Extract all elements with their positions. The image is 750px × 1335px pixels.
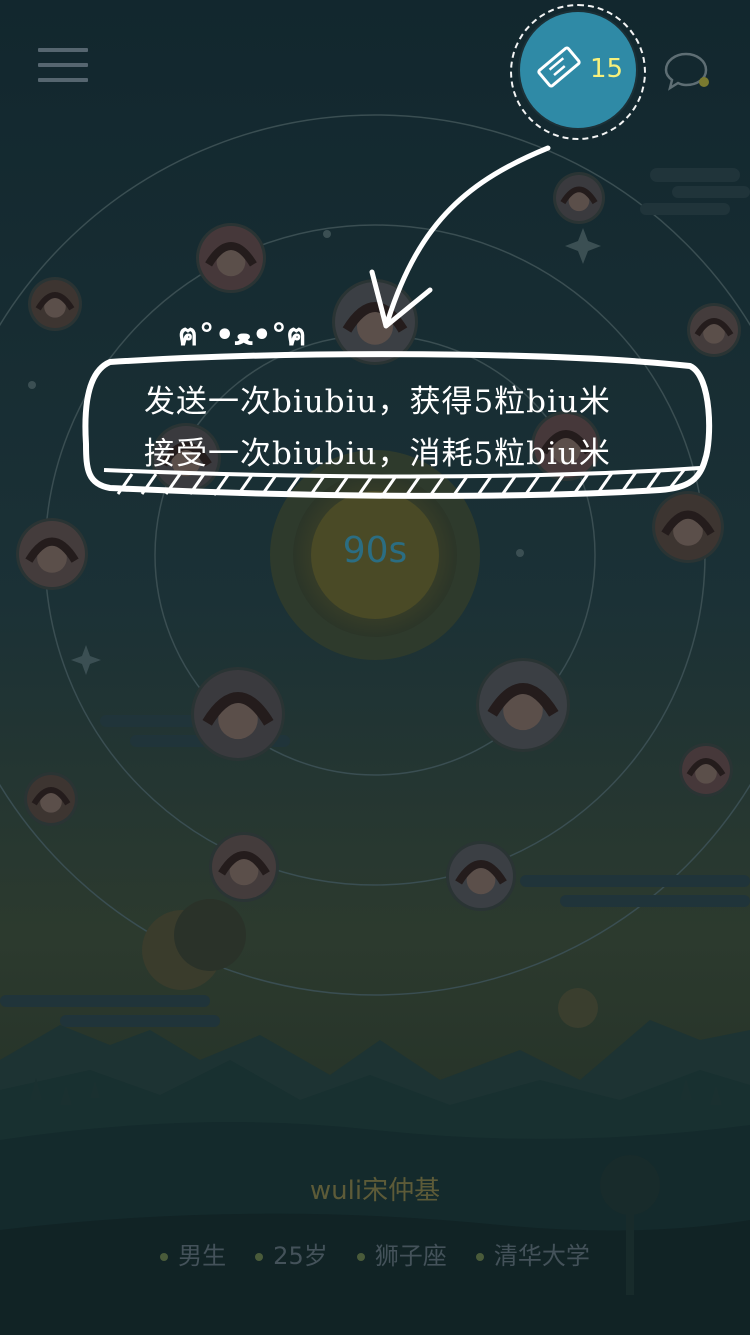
- user-avatar[interactable]: [24, 772, 78, 826]
- menu-button[interactable]: [38, 48, 88, 92]
- user-avatar[interactable]: [553, 172, 605, 224]
- tag-gender: 男生: [160, 1236, 226, 1271]
- user-avatar[interactable]: [476, 658, 570, 752]
- tag-age: 25岁: [255, 1236, 328, 1271]
- bullet-dot-icon: [255, 1253, 264, 1261]
- chat-bubble-icon[interactable]: [664, 50, 710, 92]
- ticket-balance-button[interactable]: 15: [520, 12, 636, 128]
- user-name: wuli宋仲基: [309, 1176, 441, 1206]
- profile-tags: 男生 25岁 狮子座 清华大学: [0, 1236, 750, 1271]
- user-avatar[interactable]: [191, 667, 285, 761]
- ticket-icon: [537, 46, 581, 88]
- app-screen: 15 90s ฅ°•ﻌ•°ฅ 发送一次biubiu，获得5粒biu米 接受一次b…: [0, 0, 750, 1335]
- user-avatar[interactable]: [687, 303, 741, 357]
- user-avatar[interactable]: [652, 491, 724, 563]
- tag-zodiac: 狮子座: [356, 1236, 447, 1271]
- tag-school: 清华大学: [475, 1236, 590, 1271]
- user-avatar[interactable]: [16, 518, 88, 590]
- user-avatar[interactable]: [679, 743, 733, 797]
- bullet-dot-icon: [475, 1253, 484, 1261]
- user-avatar[interactable]: [28, 277, 82, 331]
- bullet-dot-icon: [160, 1253, 169, 1261]
- bullet-dot-icon: [356, 1253, 365, 1261]
- background-scene: [0, 0, 750, 1335]
- user-avatar[interactable]: [196, 223, 266, 293]
- hamburger-menu-icon: [38, 48, 88, 52]
- user-avatar[interactable]: [209, 832, 279, 902]
- tip-line-send: 发送一次biubiu，获得5粒biu米: [144, 384, 611, 420]
- user-avatar[interactable]: [446, 841, 516, 911]
- countdown-timer: 90s: [342, 530, 408, 571]
- tip-kaomoji: ฅ°•ﻌ•°ฅ: [178, 318, 308, 353]
- ticket-count: 15: [590, 54, 624, 84]
- tip-line-receive: 接受一次biubiu，消耗5粒biu米: [144, 436, 611, 472]
